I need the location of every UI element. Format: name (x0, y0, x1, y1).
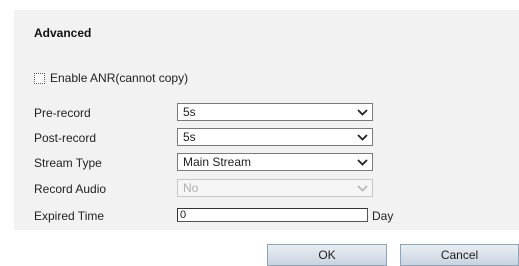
chevron-down-icon (352, 158, 372, 166)
ok-button[interactable]: OK (267, 244, 387, 266)
stream-type-label: Stream Type (34, 156, 102, 170)
enable-anr-label: Enable ANR(cannot copy) (50, 71, 189, 85)
record-audio-select: No (177, 179, 373, 197)
pre-record-value: 5s (183, 105, 196, 119)
expired-time-unit: Day (372, 209, 394, 223)
record-audio-value: No (183, 181, 199, 195)
section-title: Advanced (34, 26, 92, 40)
chevron-down-icon (352, 108, 372, 116)
expired-time-label: Expired Time (34, 209, 105, 223)
pre-record-select[interactable]: 5s (177, 103, 373, 121)
anr-option[interactable]: Enable ANR(cannot copy) (34, 71, 188, 85)
post-record-label: Post-record (34, 131, 97, 145)
chevron-down-icon (352, 133, 372, 141)
stream-type-value: Main Stream (183, 155, 252, 169)
record-audio-label: Record Audio (34, 182, 107, 196)
post-record-value: 5s (183, 130, 196, 144)
post-record-select[interactable]: 5s (177, 128, 373, 146)
chevron-down-icon (352, 184, 372, 192)
expired-time-input[interactable]: 0 (177, 208, 368, 222)
cancel-button[interactable]: Cancel (400, 244, 519, 266)
stream-type-select[interactable]: Main Stream (177, 153, 373, 171)
enable-anr-checkbox[interactable] (34, 72, 45, 84)
pre-record-label: Pre-record (34, 106, 91, 120)
